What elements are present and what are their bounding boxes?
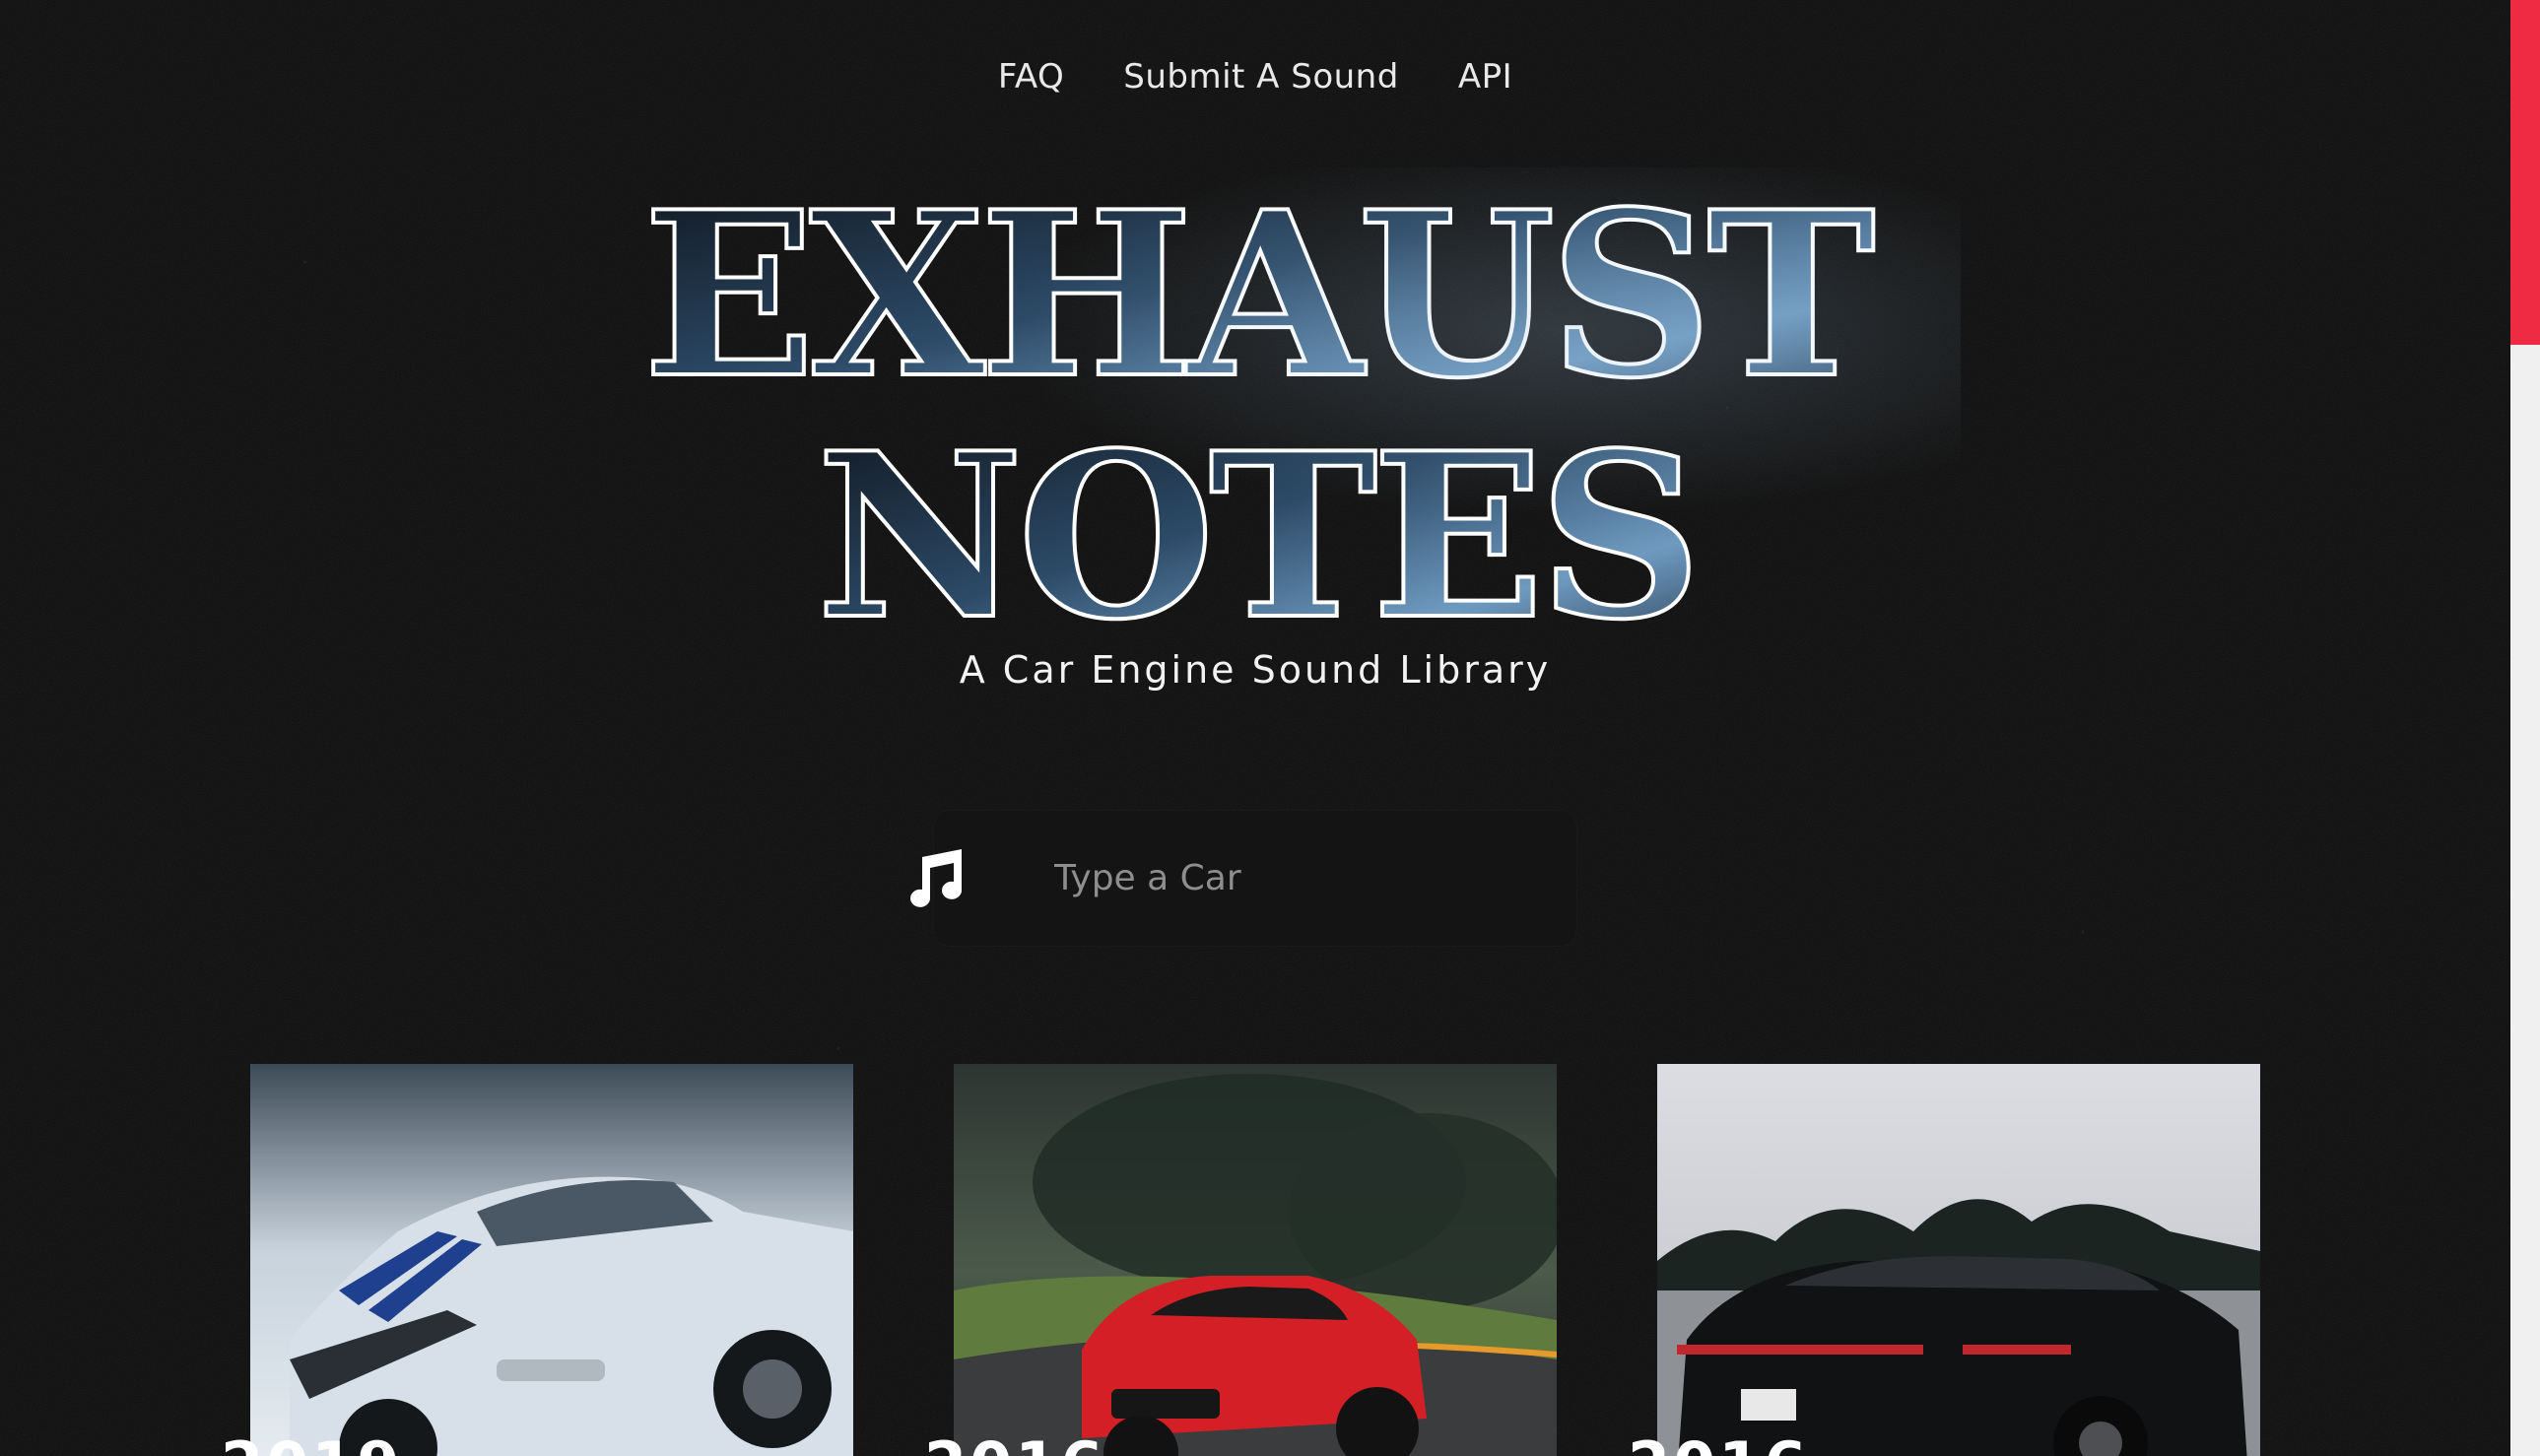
scrollbar-thumb[interactable] bbox=[2510, 0, 2540, 345]
exhaust-notes-logo: EXHAUST NOTES bbox=[552, 167, 1961, 630]
nav-faq-link[interactable]: FAQ bbox=[998, 57, 1064, 97]
tagline: A Car Engine Sound Library bbox=[959, 648, 1552, 692]
search-box bbox=[934, 811, 1576, 946]
top-nav: FAQ Submit A Sound API bbox=[0, 57, 2510, 97]
page: FAQ Submit A Sound API EXHAUST NOTES A C… bbox=[0, 0, 2540, 1456]
car-image-black-porsche bbox=[1657, 1064, 2260, 1456]
nav-submit-sound-link[interactable]: Submit A Sound bbox=[1123, 57, 1399, 97]
music-note-icon bbox=[910, 849, 962, 907]
car-card-3-year: 2016 bbox=[1628, 1428, 1810, 1456]
page-scrollbar[interactable] bbox=[2510, 0, 2540, 1456]
car-card-1-year: 2019 bbox=[221, 1428, 403, 1456]
car-card-2[interactable] bbox=[954, 1064, 1557, 1456]
car-card-2-year: 2016 bbox=[924, 1428, 1106, 1456]
nav-api-link[interactable]: API bbox=[1458, 57, 1512, 97]
car-card-1[interactable] bbox=[250, 1064, 853, 1456]
car-image-white-mustang bbox=[250, 1064, 853, 1456]
car-image-red-audi bbox=[954, 1064, 1557, 1456]
car-search-input[interactable] bbox=[1003, 811, 1555, 946]
car-card-3[interactable] bbox=[1657, 1064, 2260, 1456]
